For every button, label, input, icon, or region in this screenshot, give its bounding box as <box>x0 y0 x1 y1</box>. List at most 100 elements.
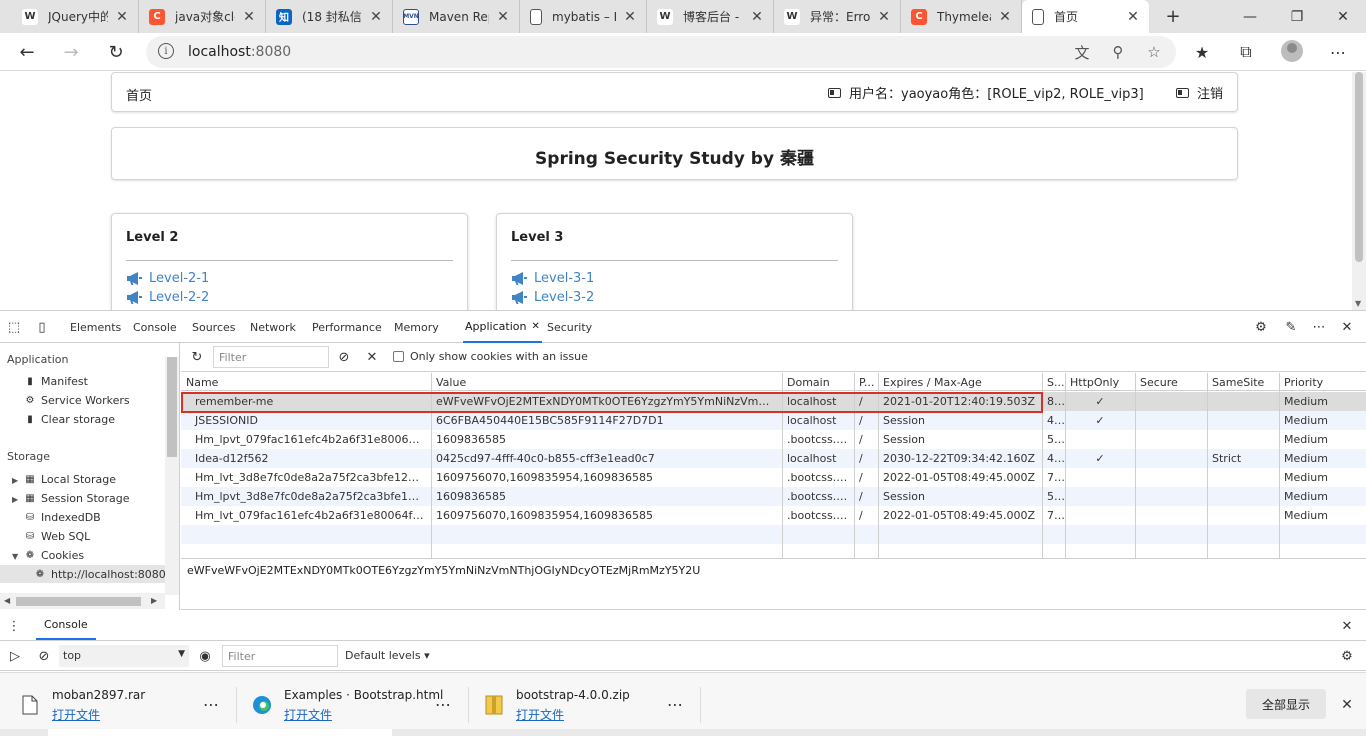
back-icon[interactable]: ← <box>12 38 42 66</box>
close-tab-icon[interactable]: ✕ <box>495 9 511 25</box>
column-header[interactable]: Priority <box>1279 373 1366 391</box>
close-tab-icon[interactable]: ✕ <box>1125 9 1141 25</box>
device-toolbar-icon[interactable]: ▯ <box>33 318 51 336</box>
close-tab-icon[interactable]: ✕ <box>876 9 892 25</box>
open-file-link[interactable]: 打开文件 <box>52 706 145 723</box>
collections-icon[interactable]: ⧉ <box>1231 38 1261 66</box>
devtools-tab[interactable]: Application ✕ <box>463 311 542 343</box>
collapse-arrow-icon[interactable]: ▼ <box>12 552 18 561</box>
close-tab-icon[interactable]: ✕ <box>368 9 384 25</box>
maximize-icon[interactable]: ❐ <box>1274 0 1320 33</box>
more-options-icon[interactable]: ⋯ <box>203 695 220 714</box>
sidebar-item-cookie-origin[interactable]: ❁ http://localhost:8080 <box>34 568 166 581</box>
browser-tab[interactable]: mybatis – M ✕ <box>520 0 647 33</box>
column-header[interactable]: S... <box>1042 373 1065 391</box>
url-field[interactable]: i localhost:8080 文 ⚲ ☆ <box>146 36 1176 68</box>
log-levels-dropdown[interactable]: Default levels ▾ <box>345 649 430 662</box>
level-link[interactable]: Level-2-2 <box>126 290 209 305</box>
table-row[interactable]: Hm_lpvt_079fac161efc4b2a6f31e80064f14e82… <box>181 430 1366 449</box>
more-options-icon[interactable]: ⋯ <box>1310 318 1328 336</box>
show-all-button[interactable]: 全部显示 <box>1246 689 1326 719</box>
close-tab-icon[interactable]: ✕ <box>531 321 539 332</box>
eye-icon[interactable]: ◉ <box>196 647 214 665</box>
level-link[interactable]: Level-2-1 <box>126 271 209 286</box>
devtools-tab[interactable]: Console <box>133 311 177 343</box>
table-row[interactable]: Hm_lvt_3d8e7fc0de8a2a75f2ca3bfe128e6391 1… <box>181 468 1366 487</box>
close-tab-icon[interactable]: ✕ <box>749 9 765 25</box>
download-item[interactable]: Examples · Bootstrap.html 打开文件 ⋯ <box>250 673 478 737</box>
refresh-icon[interactable]: ↻ <box>188 348 206 366</box>
refresh-icon[interactable]: ↻ <box>101 38 131 66</box>
translate-icon[interactable]: 文 <box>1072 43 1092 62</box>
column-divider[interactable] <box>1135 373 1136 559</box>
page-scrollbar[interactable]: ▼ <box>1352 72 1366 310</box>
download-item[interactable]: moban2897.rar 打开文件 ⋯ <box>18 673 246 737</box>
sidebar-item-cookies[interactable]: ❁ Cookies <box>24 549 84 562</box>
column-header[interactable]: HttpOnly <box>1065 373 1135 391</box>
logout-link[interactable]: 注销 <box>1176 83 1223 102</box>
close-tab-icon[interactable]: ✕ <box>622 9 638 25</box>
column-divider[interactable] <box>1065 373 1066 559</box>
close-window-icon[interactable]: ✕ <box>1320 0 1366 33</box>
delete-selected-icon[interactable]: ✕ <box>363 348 381 366</box>
close-devtools-icon[interactable]: ✕ <box>1338 318 1356 336</box>
more-options-icon[interactable]: ⋯ <box>667 695 684 714</box>
site-info-icon[interactable]: i <box>158 43 174 59</box>
only-issue-checkbox[interactable] <box>393 351 404 362</box>
column-header[interactable]: Value <box>431 373 782 391</box>
drawer-menu-icon[interactable]: ⋮ <box>5 617 23 635</box>
level-link[interactable]: Level-3-2 <box>511 290 594 305</box>
open-file-link[interactable]: 打开文件 <box>516 706 630 723</box>
table-row[interactable]: JSESSIONID 6C6FBA450440E15BC585F9114F27D7… <box>181 411 1366 430</box>
browser-tab[interactable]: MVN Maven Rep ✕ <box>393 0 520 33</box>
open-file-link[interactable]: 打开文件 <box>284 706 443 723</box>
column-header[interactable]: Domain <box>782 373 854 391</box>
cookie-filter-input[interactable]: Filter <box>213 346 329 368</box>
settings-gear-icon[interactable]: ⚙ <box>1252 318 1270 336</box>
column-header[interactable]: P... <box>854 373 878 391</box>
favorites-icon[interactable]: ★ <box>1187 38 1217 66</box>
sidebar-item-session-storage[interactable]: ▦ Session Storage <box>24 492 129 505</box>
sidebar-item-manifest[interactable]: ▮ Manifest <box>24 375 88 388</box>
column-header[interactable]: Name <box>181 373 431 391</box>
zoom-icon[interactable]: ⚲ <box>1108 43 1128 61</box>
console-sidebar-icon[interactable]: ▷ <box>6 647 24 665</box>
close-tab-icon[interactable]: ✕ <box>114 9 130 25</box>
profile-avatar[interactable] <box>1281 40 1303 62</box>
more-options-icon[interactable]: ⋯ <box>435 695 452 714</box>
table-row[interactable]: Hm_lpvt_3d8e7fc0de8a2a75f2ca3bfe128e6391… <box>181 487 1366 506</box>
sidebar-vertical-scrollbar[interactable] <box>165 357 179 595</box>
browser-tab[interactable]: 知 (18 封私信 ✕ <box>266 0 393 33</box>
devtools-tab[interactable]: Memory <box>394 311 439 343</box>
sidebar-item-web-sql[interactable]: ⛁ Web SQL <box>24 530 90 543</box>
feedback-icon[interactable]: ✎ <box>1282 318 1300 336</box>
more-icon[interactable]: ⋯ <box>1323 38 1353 66</box>
column-header[interactable]: Expires / Max-Age <box>878 373 1042 391</box>
expand-arrow-icon[interactable]: ▶ <box>12 476 18 485</box>
browser-tab[interactable]: Cjava对象clo ✕ <box>139 0 266 33</box>
browser-tab[interactable]: C Thymeleaf ✕ <box>901 0 1022 33</box>
devtools-tab[interactable]: Sources <box>192 311 236 343</box>
table-row[interactable]: Hm_lvt_079fac161efc4b2a6f31e80064f14e82 1… <box>181 506 1366 525</box>
close-tab-icon[interactable]: ✕ <box>997 9 1013 25</box>
console-settings-icon[interactable]: ⚙ <box>1338 647 1356 665</box>
home-link[interactable]: 首页 <box>126 85 152 104</box>
close-download-bar-icon[interactable]: ✕ <box>1338 696 1356 714</box>
browser-tab[interactable]: 首页 ✕ <box>1022 0 1149 33</box>
browser-tab[interactable]: W JQuery中的 ✕ <box>12 0 139 33</box>
column-divider[interactable] <box>1279 373 1280 559</box>
console-filter-input[interactable]: Filter <box>222 645 338 667</box>
context-select[interactable]: top ▼ <box>59 645 189 667</box>
inspect-icon[interactable]: ⬚ <box>5 318 23 336</box>
devtools-tab[interactable]: Network <box>250 311 296 343</box>
column-header[interactable]: Secure <box>1135 373 1207 391</box>
level-link[interactable]: Level-3-1 <box>511 271 594 286</box>
column-divider[interactable] <box>1207 373 1208 559</box>
browser-tab[interactable]: W 异常：Erro ✕ <box>774 0 901 33</box>
drawer-tab-console[interactable]: Console <box>36 611 96 640</box>
browser-tab[interactable]: W 博客后台 - ✕ <box>647 0 774 33</box>
clear-console-icon[interactable]: ⊘ <box>35 647 53 665</box>
minimize-icon[interactable]: — <box>1227 0 1273 33</box>
sidebar-item-clear-storage[interactable]: ▮ Clear storage <box>24 413 115 426</box>
favorite-star-icon[interactable]: ☆ <box>1144 43 1164 61</box>
